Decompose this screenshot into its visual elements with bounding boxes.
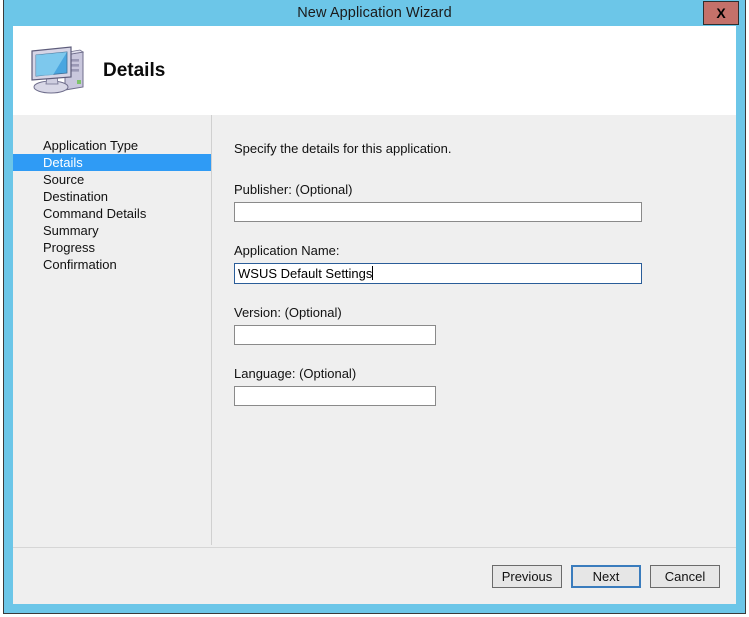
computer-icon <box>31 45 85 93</box>
application-name-input-shell <box>234 263 642 284</box>
wizard-content-panel: Specify the details for this application… <box>213 115 736 545</box>
version-input[interactable] <box>234 325 436 345</box>
sidebar-item-destination[interactable]: Destination <box>13 188 211 205</box>
close-button[interactable]: X <box>703 1 739 25</box>
language-input[interactable] <box>234 386 436 406</box>
wizard-step-nav: Application Type Details Source Destinat… <box>13 115 212 545</box>
wizard-window: New Application Wizard X Details Applica… <box>3 0 746 614</box>
previous-button[interactable]: Previous <box>492 565 562 588</box>
publisher-input[interactable] <box>234 202 642 222</box>
page-title: Details <box>103 59 166 81</box>
window-title: New Application Wizard <box>297 5 452 21</box>
sidebar-item-application-type[interactable]: Application Type <box>13 137 211 154</box>
field-group-language: Language: (Optional) <box>234 366 736 406</box>
application-name-input[interactable] <box>234 263 642 284</box>
text-cursor <box>372 266 374 280</box>
application-name-label: Application Name: <box>234 243 340 258</box>
field-group-application-name: Application Name: <box>234 243 736 284</box>
version-label: Version: (Optional) <box>234 305 342 320</box>
wizard-body: Application Type Details Source Destinat… <box>13 115 736 604</box>
close-icon: X <box>716 5 726 21</box>
client-area: Details Application Type Details Source … <box>13 26 736 604</box>
wizard-header: Details <box>13 26 736 115</box>
sidebar-item-details[interactable]: Details <box>13 154 211 171</box>
sidebar-item-command-details[interactable]: Command Details <box>13 205 211 222</box>
field-group-version: Version: (Optional) <box>234 305 736 345</box>
sidebar-item-progress[interactable]: Progress <box>13 239 211 256</box>
sidebar-item-summary[interactable]: Summary <box>13 222 211 239</box>
sidebar-item-confirmation[interactable]: Confirmation <box>13 256 211 273</box>
publisher-label: Publisher: (Optional) <box>234 182 353 197</box>
instruction-text: Specify the details for this application… <box>234 141 452 156</box>
wizard-button-bar: Previous Next Cancel <box>13 548 736 604</box>
sidebar-item-source[interactable]: Source <box>13 171 211 188</box>
language-label: Language: (Optional) <box>234 366 357 381</box>
cancel-button[interactable]: Cancel <box>650 565 720 588</box>
next-button[interactable]: Next <box>571 565 641 588</box>
title-bar: New Application Wizard X <box>4 0 745 26</box>
field-group-publisher: Publisher: (Optional) <box>234 182 736 222</box>
